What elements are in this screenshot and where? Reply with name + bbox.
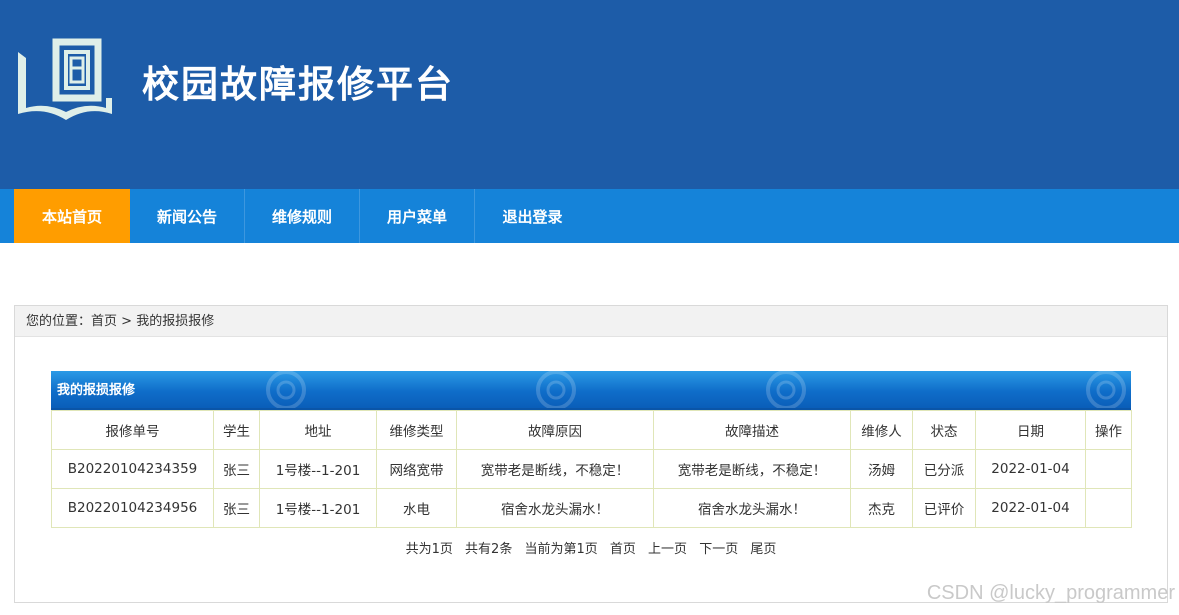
cell-repairer: 汤姆 bbox=[850, 449, 913, 489]
nav-item-user-menu[interactable]: 用户菜单 bbox=[360, 189, 475, 243]
breadcrumb-prefix: 您的位置： bbox=[26, 314, 92, 329]
repair-table: 报修单号 学生 地址 维修类型 故障原因 故障描述 维修人 状态 日期 操作 B… bbox=[51, 410, 1132, 528]
nav-item-rules[interactable]: 维修规则 bbox=[245, 189, 360, 243]
pager-total-records: 共有2条 bbox=[465, 542, 513, 557]
cell-order-no: B20220104234956 bbox=[51, 488, 214, 528]
cell-student: 张三 bbox=[213, 488, 260, 528]
table-header-row: 报修单号 学生 地址 维修类型 故障原因 故障描述 维修人 状态 日期 操作 bbox=[51, 410, 1132, 450]
cell-fault-desc: 宿舍水龙头漏水！ bbox=[653, 488, 851, 528]
ornament-icon bbox=[536, 371, 576, 408]
col-header-fault-cause: 故障原因 bbox=[456, 410, 654, 450]
breadcrumb-separator: > bbox=[117, 314, 137, 329]
ornament-icon bbox=[766, 371, 806, 408]
pager-first-link[interactable]: 首页 bbox=[610, 542, 636, 557]
cell-repair-type: 水电 bbox=[376, 488, 457, 528]
col-header-repairer: 维修人 bbox=[850, 410, 913, 450]
ornament-icon bbox=[266, 371, 306, 408]
cell-student: 张三 bbox=[213, 449, 260, 489]
breadcrumb-current: 我的报损报修 bbox=[136, 314, 215, 329]
nav-item-home[interactable]: 本站首页 bbox=[14, 189, 130, 243]
cell-address: 1号楼--1-201 bbox=[259, 488, 377, 528]
col-header-action: 操作 bbox=[1085, 410, 1132, 450]
pager-next-link[interactable]: 下一页 bbox=[699, 542, 738, 557]
pager-total-pages: 共为1页 bbox=[405, 542, 453, 557]
breadcrumb: 您的位置：首页 > 我的报损报修 bbox=[15, 306, 1167, 337]
main-nav: 本站首页 新闻公告 维修规则 用户菜单 退出登录 bbox=[0, 189, 1179, 243]
pager-current-page: 当前为第1页 bbox=[524, 542, 598, 557]
cell-fault-desc: 宽带老是断线，不稳定！ bbox=[653, 449, 851, 489]
content-panel: 您的位置：首页 > 我的报损报修 我的报损报修 报修单号 学生 地址 维修类型 bbox=[14, 305, 1168, 603]
ornament-icon bbox=[1086, 371, 1126, 408]
site-header: 校园故障报修平台 bbox=[0, 0, 1179, 189]
site-title: 校园故障报修平台 bbox=[142, 63, 454, 106]
col-header-status: 状态 bbox=[912, 410, 976, 450]
col-header-date: 日期 bbox=[975, 410, 1086, 450]
book-logo-icon bbox=[18, 38, 112, 120]
cell-order-no: B20220104234359 bbox=[51, 449, 214, 489]
cell-repair-type: 网络宽带 bbox=[376, 449, 457, 489]
cell-repairer: 杰克 bbox=[850, 488, 913, 528]
col-header-repair-type: 维修类型 bbox=[376, 410, 457, 450]
cell-status: 已分派 bbox=[912, 449, 976, 489]
repair-table-box: 我的报损报修 报修单号 学生 地址 维修类型 故障原因 故障描述 维修人 状态 … bbox=[51, 371, 1132, 557]
table-title: 我的报损报修 bbox=[57, 383, 136, 398]
table-row: B20220104234956 张三 1号楼--1-201 水电 宿舍水龙头漏水… bbox=[51, 488, 1132, 528]
nav-item-logout[interactable]: 退出登录 bbox=[475, 189, 590, 243]
cell-address: 1号楼--1-201 bbox=[259, 449, 377, 489]
pagination: 共为1页 共有2条 当前为第1页 首页 上一页 下一页 尾页 bbox=[51, 538, 1131, 557]
pager-prev-link[interactable]: 上一页 bbox=[648, 542, 687, 557]
table-row: B20220104234359 张三 1号楼--1-201 网络宽带 宽带老是断… bbox=[51, 449, 1132, 489]
cell-date: 2022-01-04 bbox=[975, 449, 1086, 489]
cell-status: 已评价 bbox=[912, 488, 976, 528]
col-header-address: 地址 bbox=[259, 410, 377, 450]
watermark: CSDN @lucky_programmer bbox=[926, 582, 1175, 604]
pager-last-link[interactable]: 尾页 bbox=[750, 542, 776, 557]
cell-date: 2022-01-04 bbox=[975, 488, 1086, 528]
breadcrumb-home-link[interactable]: 首页 bbox=[91, 314, 117, 329]
cell-fault-cause: 宽带老是断线，不稳定！ bbox=[456, 449, 654, 489]
col-header-order-no: 报修单号 bbox=[51, 410, 214, 450]
nav-item-news[interactable]: 新闻公告 bbox=[130, 189, 245, 243]
table-header-bar: 我的报损报修 bbox=[51, 371, 1131, 410]
cell-fault-cause: 宿舍水龙头漏水！ bbox=[456, 488, 654, 528]
col-header-fault-desc: 故障描述 bbox=[653, 410, 851, 450]
col-header-student: 学生 bbox=[213, 410, 260, 450]
cell-action[interactable] bbox=[1085, 449, 1132, 489]
cell-action[interactable] bbox=[1085, 488, 1132, 528]
